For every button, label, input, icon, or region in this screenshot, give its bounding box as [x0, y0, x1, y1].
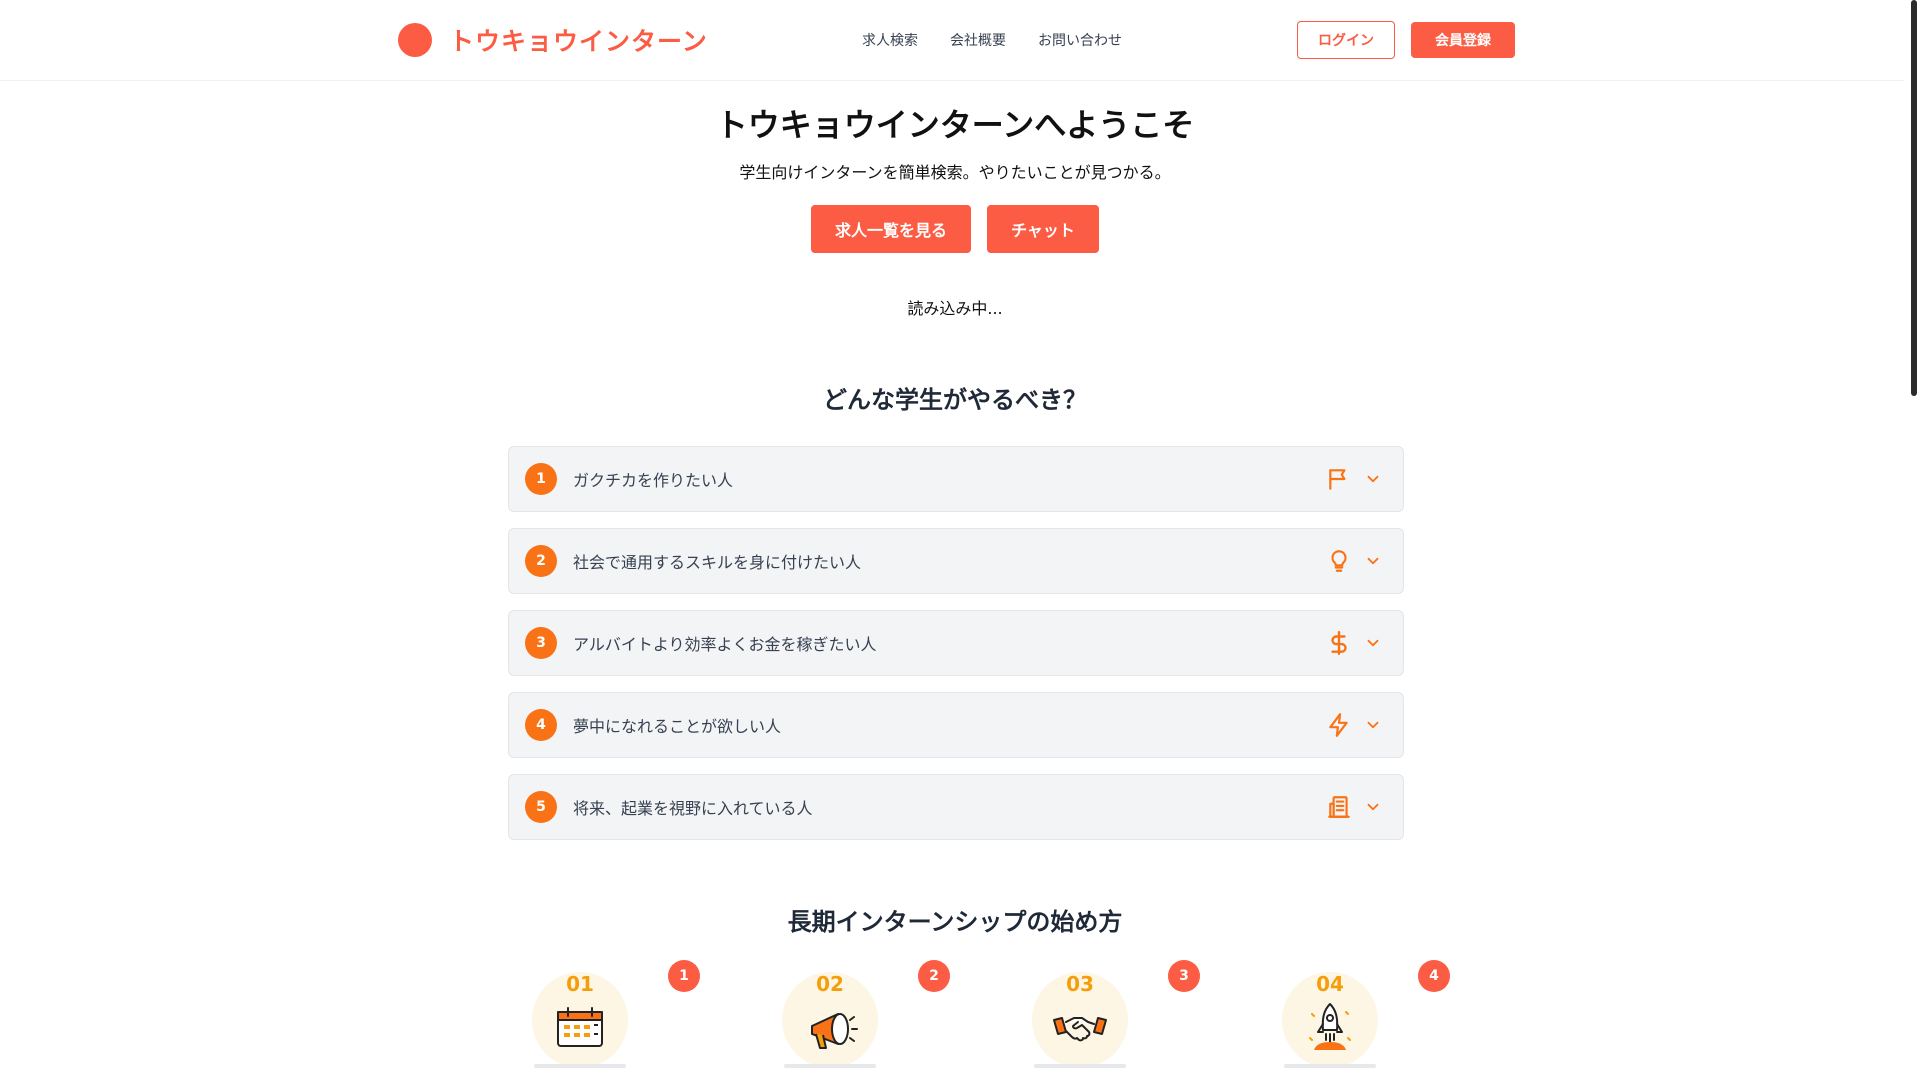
calendar-icon	[550, 998, 610, 1058]
step-underline	[534, 1064, 626, 1068]
step-3: 03	[1032, 972, 1128, 1068]
item-number-badge: 2	[525, 545, 557, 577]
step-badge: 3	[1168, 960, 1200, 992]
site-header: トウキョウインターン 求人検索 会社概要 お問い合わせ ログイン 会員登録	[0, 0, 1904, 81]
nav-contact[interactable]: お問い合わせ	[1038, 30, 1122, 50]
item-number-badge: 1	[525, 463, 557, 495]
item-number-badge: 4	[525, 709, 557, 741]
logo-text: トウキョウインターン	[449, 27, 708, 56]
item-number-badge: 3	[525, 627, 557, 659]
handshake-icon	[1050, 998, 1110, 1058]
steps-section-title: 長期インターンシップの始め方	[787, 908, 1123, 936]
chevron-down-icon[interactable]	[1361, 631, 1385, 655]
hero-title: トウキョウインターンへようこそ	[715, 106, 1195, 144]
item-number-badge: 5	[525, 791, 557, 823]
main-nav: 求人検索 会社概要 お問い合わせ	[862, 30, 1122, 50]
step-4: 04	[1282, 972, 1378, 1068]
step-number: 04	[1316, 972, 1344, 996]
accordion-item-5[interactable]: 5 将来、起業を視野に入れている人	[508, 774, 1404, 840]
step-badge: 4	[1418, 960, 1450, 992]
accordion-item-label: 社会で通用するスキルを身に付けたい人	[573, 553, 862, 572]
accordion-item-3[interactable]: 3 アルバイトより効率よくお金を稼ぎたい人	[508, 610, 1404, 676]
building-icon	[1325, 793, 1353, 821]
loading-text: 読み込み中...	[907, 299, 1003, 318]
accordion-item-4[interactable]: 4 夢中になれることが欲しい人	[508, 692, 1404, 758]
megaphone-icon	[800, 998, 860, 1058]
step-underline	[1284, 1064, 1376, 1068]
step-badge: 1	[668, 960, 700, 992]
nav-job-search[interactable]: 求人検索	[862, 30, 918, 50]
signup-button[interactable]: 会員登録	[1411, 22, 1515, 58]
accordion-item-label: 夢中になれることが欲しい人	[573, 717, 782, 736]
nav-company[interactable]: 会社概要	[950, 30, 1006, 50]
logo-mark	[398, 23, 432, 57]
logo[interactable]: トウキョウインターン	[398, 22, 708, 58]
step-number: 03	[1066, 972, 1094, 996]
hero-buttons: 求人一覧を見る チャット	[811, 205, 1099, 253]
job-list-button[interactable]: 求人一覧を見る	[811, 205, 971, 253]
chat-button[interactable]: チャット	[987, 205, 1099, 253]
chevron-down-icon[interactable]	[1361, 467, 1385, 491]
chevron-down-icon[interactable]	[1361, 795, 1385, 819]
step-number: 01	[566, 972, 594, 996]
accordion-item-label: 将来、起業を視野に入れている人	[573, 799, 813, 818]
step-number: 02	[816, 972, 844, 996]
step-2: 02	[782, 972, 878, 1068]
flag-icon	[1325, 465, 1353, 493]
lightning-icon	[1325, 711, 1353, 739]
scrollbar-thumb[interactable]	[1911, 0, 1917, 396]
dollar-icon	[1325, 629, 1353, 657]
step-1: 01	[532, 972, 628, 1068]
accordion-item-label: アルバイトより効率よくお金を稼ぎたい人	[573, 635, 877, 654]
login-button[interactable]: ログイン	[1297, 21, 1395, 59]
step-underline	[784, 1064, 876, 1068]
step-badge: 2	[918, 960, 950, 992]
chevron-down-icon[interactable]	[1361, 713, 1385, 737]
hero-subtitle: 学生向けインターンを簡単検索。やりたいことが見つかる。	[739, 163, 1171, 182]
who-section-title: どんな学生がやるべき？	[823, 386, 1087, 414]
lightbulb-icon	[1325, 547, 1353, 575]
accordion-item-1[interactable]: 1 ガクチカを作りたい人	[508, 446, 1404, 512]
step-underline	[1034, 1064, 1126, 1068]
accordion-item-2[interactable]: 2 社会で通用するスキルを身に付けたい人	[508, 528, 1404, 594]
rocket-icon	[1300, 998, 1360, 1058]
chevron-down-icon[interactable]	[1361, 549, 1385, 573]
accordion-item-label: ガクチカを作りたい人	[573, 471, 734, 490]
